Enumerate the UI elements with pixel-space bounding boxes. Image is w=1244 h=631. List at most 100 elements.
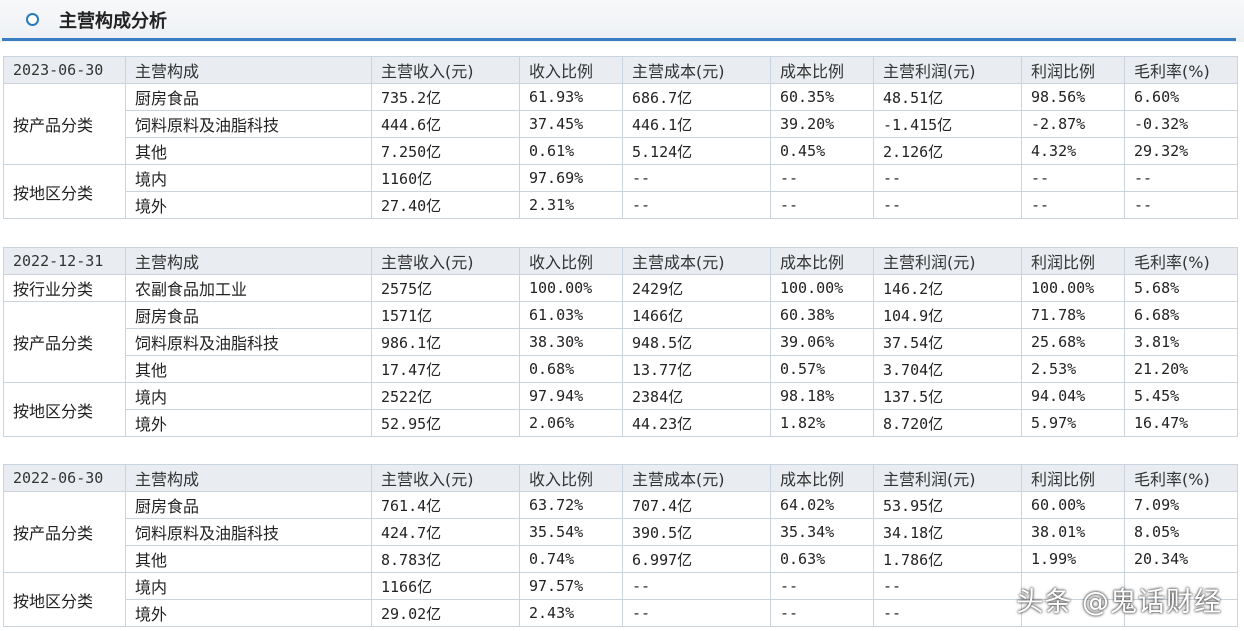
table-cell: 1160亿 (371, 164, 520, 192)
column-header: 主营收入(元) (371, 247, 520, 275)
table-row: 按产品分类 厨房食品 735.2亿 61.93% 686.7亿 60.35% 48.51亿 9… (3, 83, 1238, 165)
column-header: 主营成本(元) (622, 464, 771, 492)
table-cell: -- (622, 599, 771, 627)
table-cell: 2.126亿 (873, 137, 1022, 165)
table-cell: 63.72% (519, 491, 623, 519)
table-cell: 60.38% (770, 301, 874, 329)
table-row: 饲料原料及油脂科技 444.6亿 37.45% 446.1亿 39.20% -1.415亿… (4, 110, 1238, 138)
table-cell: -- (770, 599, 874, 627)
table-cell: 5.124亿 (622, 137, 771, 165)
table-row: 其他 7.250亿 0.61% 5.124亿 0.45% 2.126亿 4.32% 29.32… (4, 137, 1238, 165)
item-name: 境外 (125, 191, 372, 219)
table-cell: 2.43% (519, 599, 623, 627)
column-header: 收入比例 (519, 247, 623, 275)
table-row: 境外 27.40亿 2.31% -- -- -- -- -- (4, 191, 1238, 219)
group-label: 按产品分类 (3, 301, 126, 383)
column-header: 主营构成 (125, 56, 372, 84)
group-label: 按地区分类 (3, 164, 126, 219)
table-cell: 0.63% (770, 545, 874, 573)
item-name: 境内 (125, 382, 372, 410)
table-cell: 39.20% (770, 110, 874, 138)
table-row: 按地区分类 境内 2522亿 97.94% 2384亿 98.18% 137.5亿 94.04… (3, 382, 1238, 437)
table-cell: 4.32% (1021, 137, 1125, 165)
column-header: 利润比例 (1021, 56, 1125, 84)
table-cell: 37.45% (519, 110, 623, 138)
table-cell: 146.2亿 (873, 274, 1022, 302)
table-cell: 100.00% (770, 274, 874, 302)
table-cell: 6.68% (1124, 301, 1238, 329)
item-name: 其他 (125, 545, 372, 573)
circle-bullet-icon (26, 13, 39, 26)
table-cell: 5.97% (1021, 409, 1125, 437)
table-cell: 44.23亿 (622, 409, 771, 437)
table-cell: 38.30% (519, 328, 623, 356)
table-cell: 21.20% (1124, 355, 1238, 383)
table-cell: -2.87% (1021, 110, 1125, 138)
group-label: 按产品分类 (3, 83, 126, 165)
table-cell: 3.81% (1124, 328, 1238, 356)
table-cell: 7.09% (1124, 491, 1238, 519)
table-cell: 1.82% (770, 409, 874, 437)
table-cell: 52.95亿 (371, 409, 520, 437)
table-header-row: 2022-12-31 主营构成 主营收入(元) 收入比例 主营成本(元) 成本比例 主营利润… (3, 247, 1238, 275)
item-name: 其他 (125, 355, 372, 383)
column-header: 成本比例 (770, 56, 874, 84)
table-cell: 97.94% (519, 382, 623, 410)
group-label: 按地区分类 (3, 572, 126, 627)
column-header: 毛利率(%) (1124, 464, 1238, 492)
column-header: 成本比例 (770, 464, 874, 492)
table-cell: -1.415亿 (873, 110, 1022, 138)
period-date: 2022-12-31 (3, 247, 126, 275)
column-header: 主营利润(元) (873, 247, 1022, 275)
composition-table-0: 2023-06-30 主营构成 主营收入(元) 收入比例 主营成本(元) 成本比例 主营利润… (3, 56, 1238, 219)
table-row: 按行业分类 农副食品加工业 2575亿 100.00% 2429亿 100.00% 146.… (3, 274, 1238, 302)
column-header: 主营成本(元) (622, 56, 771, 84)
table-cell: 2429亿 (622, 274, 771, 302)
table-cell: 97.69% (519, 164, 623, 192)
table-cell: 64.02% (770, 491, 874, 519)
table-cell: 8.720亿 (873, 409, 1022, 437)
column-header: 利润比例 (1021, 464, 1125, 492)
table-cell: 97.57% (519, 572, 623, 600)
table-cell: 707.4亿 (622, 491, 771, 519)
watermark: 头条 @鬼话财经 (1016, 587, 1222, 618)
table-header-row: 2022-06-30 主营构成 主营收入(元) 收入比例 主营成本(元) 成本比例 主营利润… (3, 464, 1238, 492)
table-cell: -- (873, 164, 1022, 192)
table-cell: 1166亿 (371, 572, 520, 600)
table-cell: 0.45% (770, 137, 874, 165)
item-name: 境外 (125, 409, 372, 437)
table-cell: -- (873, 572, 1022, 600)
table-cell: 29.02亿 (371, 599, 520, 627)
table-cell: 1.99% (1021, 545, 1125, 573)
column-header: 毛利率(%) (1124, 247, 1238, 275)
item-name: 境内 (125, 164, 372, 192)
column-header: 主营构成 (125, 247, 372, 275)
table-cell: 25.68% (1021, 328, 1125, 356)
table-cell: 444.6亿 (371, 110, 520, 138)
table-cell: 13.77亿 (622, 355, 771, 383)
table-cell: 71.78% (1021, 301, 1125, 329)
table-cell: 2.53% (1021, 355, 1125, 383)
table-cell: 6.60% (1124, 83, 1238, 111)
item-name: 厨房食品 (125, 83, 372, 111)
column-header: 主营构成 (125, 464, 372, 492)
table-cell: -0.32% (1124, 110, 1238, 138)
table-cell: 35.34% (770, 518, 874, 546)
table-cell: 2575亿 (371, 274, 520, 302)
item-name: 农副食品加工业 (125, 274, 372, 302)
period-date: 2023-06-30 (3, 56, 126, 84)
table-cell: 948.5亿 (622, 328, 771, 356)
group-label: 按地区分类 (3, 382, 126, 437)
table-row: 按产品分类 厨房食品 1571亿 61.03% 1466亿 60.38% 104.9亿 71.… (3, 301, 1238, 383)
table-cell: -- (770, 164, 874, 192)
table-cell: -- (622, 572, 771, 600)
table-row: 按产品分类 厨房食品 761.4亿 63.72% 707.4亿 64.02% 53.95亿 6… (3, 491, 1238, 573)
table-cell: 29.32% (1124, 137, 1238, 165)
table-cell: 686.7亿 (622, 83, 771, 111)
table-cell: 390.5亿 (622, 518, 771, 546)
table-cell: 8.05% (1124, 518, 1238, 546)
table-cell: 761.4亿 (371, 491, 520, 519)
item-name: 境外 (125, 599, 372, 627)
table-row: 按地区分类 境内 1160亿 97.69% -- -- -- -- -- (3, 164, 1238, 219)
table-cell: 0.74% (519, 545, 623, 573)
